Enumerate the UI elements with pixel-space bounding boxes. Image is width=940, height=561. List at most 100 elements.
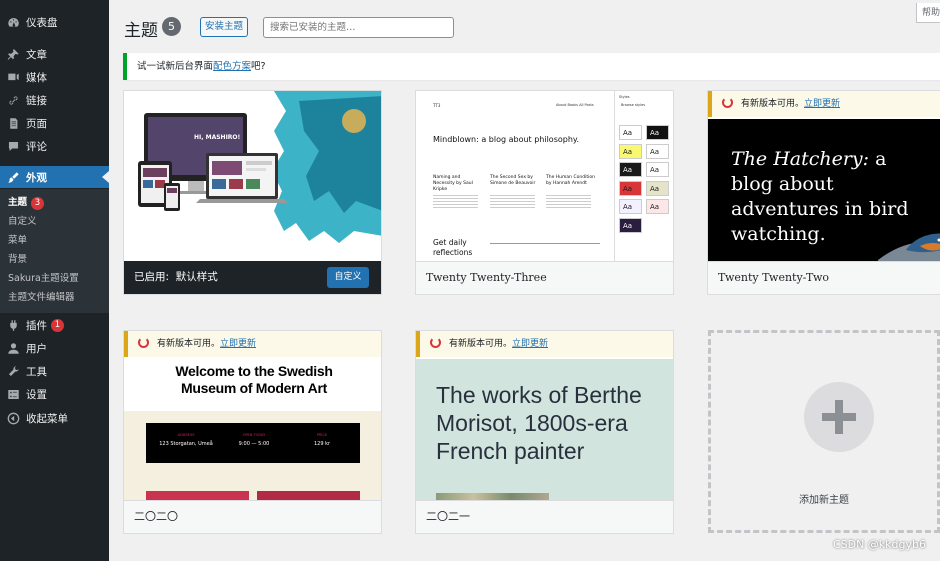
tt3-nav: About Books All Posts — [556, 103, 594, 107]
tt3-post-1: Naming and Necessity by Saul Kripke — [433, 175, 473, 192]
add-new-theme-card[interactable]: 添加新主题 — [708, 330, 940, 533]
settings-icon — [6, 387, 20, 401]
tt3-excerpt-lines — [546, 193, 591, 209]
style-swatch[interactable]: Aa — [646, 162, 669, 177]
theme-card-active[interactable]: HI, MASHIRO! 已启用: 默认样式 自定义 — [123, 90, 382, 295]
brush-icon — [6, 170, 20, 184]
style-swatch[interactable]: Aa — [619, 217, 642, 233]
theme-card-twenty-twenty[interactable]: 有新版本可用。立即更新 Welcome to the Swedish Museu… — [123, 330, 382, 534]
page-icon — [6, 116, 20, 130]
theme-screenshot: HI, MASHIRO! — [124, 91, 381, 263]
menu-item-plugins[interactable]: 插件 1 — [0, 314, 109, 336]
update-text: 有新版本可用。 — [449, 339, 513, 349]
collapse-icon — [6, 411, 20, 425]
style-swatch[interactable]: Aa — [619, 199, 642, 214]
menu-item-users[interactable]: 用户 — [0, 337, 109, 359]
pin-icon — [6, 47, 20, 61]
update-notice: 有新版本可用。立即更新 — [124, 331, 381, 357]
menu-item-tools[interactable]: 工具 — [0, 360, 109, 382]
update-icon — [722, 97, 733, 108]
theme-card-twenty-twenty-two[interactable]: 有新版本可用。立即更新 The Hatchery: a blog about a… — [707, 90, 940, 295]
media-icon — [6, 70, 20, 84]
submenu-item-themes[interactable]: 主题 3 — [8, 194, 45, 212]
admin-sidebar: 仪表盘 文章 媒体 链接 页面 评论 外观 主题 3 自定义 菜单 背景 Saku… — [0, 0, 109, 561]
style-swatch[interactable]: Aa — [646, 143, 669, 159]
active-label: 已启用: — [134, 271, 170, 283]
theme-screenshot: TT3 About Books All Posts Mindblown: a b… — [416, 91, 673, 263]
submenu-item-customize[interactable]: 自定义 — [8, 213, 37, 231]
style-swatch[interactable]: Aa — [646, 180, 669, 196]
tt2-headline-italic: The Hatchery: — [731, 148, 870, 170]
menu-item-pages[interactable]: 页面 — [0, 112, 109, 134]
styles-panel-subtitle: Browse styles — [621, 103, 646, 107]
tt3-styles-panel: Styles Browse styles Aa Aa Aa Aa Aa Aa Aa Aa Aa A… — [614, 91, 673, 263]
themes-update-badge: 3 — [31, 197, 45, 210]
menu-label: 收起菜单 — [26, 412, 68, 425]
wrench-icon — [6, 364, 20, 378]
menu-label: 外观 — [26, 171, 47, 184]
menu-item-comments[interactable]: 评论 — [0, 135, 109, 157]
theme-name: 二〇二〇 — [124, 500, 381, 533]
menu-item-posts[interactable]: 文章 — [0, 43, 109, 65]
tt3-post-2: The Second Sex by Simone de Beauvoir — [490, 175, 536, 186]
tt20-price-title: PRICE — [316, 433, 328, 437]
style-swatch[interactable]: Aa — [619, 180, 642, 196]
color-scheme-link[interactable]: 配色方案 — [213, 61, 251, 72]
mockup-hero-text: HI, MASHIRO! — [194, 134, 240, 141]
menu-item-settings[interactable]: 设置 — [0, 383, 109, 405]
search-themes-input[interactable] — [263, 17, 454, 38]
plugin-icon — [6, 318, 20, 332]
style-swatch[interactable]: Aa — [646, 125, 669, 140]
tt3-footer-text: Get daily reflections — [433, 238, 473, 257]
menu-label: 媒体 — [26, 71, 47, 84]
theme-card-twenty-twenty-one[interactable]: 有新版本可用。立即更新 The works of Berthe Morisot,… — [415, 330, 674, 534]
menu-item-appearance[interactable]: 外观 — [0, 166, 109, 188]
comment-icon — [6, 139, 20, 153]
submenu-label: 主题 — [8, 197, 28, 208]
style-swatch[interactable]: Aa — [646, 199, 669, 214]
link-icon — [6, 93, 20, 107]
watermark: CSDN @kkdgyb6 — [832, 538, 926, 551]
current-menu-arrow — [102, 171, 109, 183]
tt20-info-bar: ADDRESS 123 Storgatan, Umeå OPEN TODAY 9… — [146, 423, 360, 463]
submenu-item-theme-editor[interactable]: 主题文件编辑器 — [8, 289, 75, 307]
menu-item-collapse[interactable]: 收起菜单 — [0, 407, 109, 429]
style-swatch[interactable]: Aa — [619, 143, 642, 159]
tt20-headline: Welcome to the Swedish Museum of Modern … — [175, 363, 333, 396]
style-swatch[interactable]: Aa — [619, 162, 642, 177]
tt21-headline: The works of Berthe Morisot, 1800s-era F… — [436, 382, 642, 464]
add-theme-button[interactable]: 安装主题 — [200, 17, 248, 37]
submenu-item-sakura-settings[interactable]: Sakura主题设置 — [8, 270, 79, 288]
tt3-logo: TT3 — [433, 103, 441, 108]
update-now-link[interactable]: 立即更新 — [804, 99, 840, 109]
theme-screenshot: The Hatchery: a blog about adventures in… — [708, 119, 940, 263]
update-icon — [138, 337, 149, 348]
tt3-post-3: The Human Condition by Hannah Arendt — [546, 175, 595, 186]
menu-item-media[interactable]: 媒体 — [0, 66, 109, 88]
menu-item-dashboard[interactable]: 仪表盘 — [0, 11, 109, 33]
menu-label: 仪表盘 — [26, 16, 58, 29]
color-scheme-notice: 试一试新后台界面配色方案吧? — [123, 53, 940, 80]
update-notice: 有新版本可用。立即更新 — [416, 331, 673, 357]
submenu-item-menus[interactable]: 菜单 — [8, 232, 27, 250]
styles-panel-title: Styles — [619, 95, 630, 99]
customize-button[interactable]: 自定义 — [327, 267, 369, 288]
menu-label: 插件 — [26, 319, 47, 332]
tt20-address-title: ADDRESS — [177, 433, 195, 437]
menu-item-links[interactable]: 链接 — [0, 89, 109, 111]
style-swatch[interactable]: Aa — [619, 125, 642, 140]
user-icon — [6, 341, 20, 355]
tt3-excerpt-lines — [490, 193, 535, 209]
update-icon — [430, 337, 441, 348]
tt20-price-value: 129 kr — [313, 441, 331, 447]
update-now-link[interactable]: 立即更新 — [512, 339, 548, 349]
help-tab[interactable]: 帮助 — [916, 3, 940, 23]
menu-label: 设置 — [26, 388, 47, 401]
submenu-item-background[interactable]: 背景 — [8, 251, 27, 269]
active-theme-name: 默认样式 — [175, 271, 218, 283]
theme-card-twenty-twenty-three[interactable]: TT3 About Books All Posts Mindblown: a b… — [415, 90, 674, 295]
tt20-hours-value: 9:00 — 5:00 — [238, 441, 270, 447]
plus-icon — [804, 382, 874, 452]
tt20-hours-title: OPEN TODAY — [242, 433, 266, 437]
update-now-link[interactable]: 立即更新 — [220, 339, 256, 349]
